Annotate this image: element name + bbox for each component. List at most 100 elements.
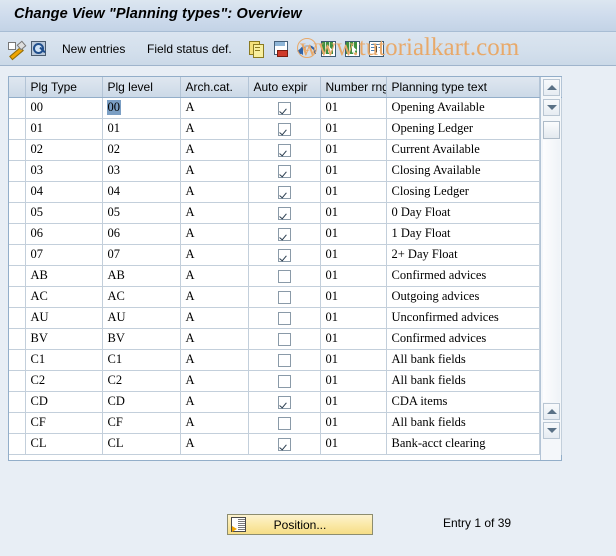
cell-number-rng[interactable]: 01 xyxy=(320,349,387,371)
cell-arch-cat[interactable]: A xyxy=(180,265,249,287)
cell-auto-expir[interactable] xyxy=(248,160,321,182)
cell-arch-cat[interactable]: A xyxy=(180,412,249,434)
cell-arch-cat[interactable]: A xyxy=(180,433,249,455)
cell-arch-cat[interactable]: A xyxy=(180,328,249,350)
cell-auto-expir[interactable] xyxy=(248,97,321,119)
cell-plg-type[interactable]: 00 xyxy=(25,97,103,119)
column-header-plg-level[interactable]: Plg level xyxy=(102,77,181,98)
cell-plg-level[interactable]: 04 xyxy=(102,181,181,203)
cell-plg-type[interactable]: 07 xyxy=(25,244,103,266)
select-block-button[interactable] xyxy=(369,32,386,66)
row-select-button[interactable] xyxy=(9,433,26,455)
cell-plg-level[interactable]: AU xyxy=(102,307,181,329)
cell-number-rng[interactable]: 01 xyxy=(320,118,387,140)
table-row[interactable]: CL CL A 01 Bank-acct clearing xyxy=(9,433,562,455)
row-select-button[interactable] xyxy=(9,139,26,161)
table-row[interactable]: CD CD A 01 CDA items xyxy=(9,391,562,413)
cell-number-rng[interactable]: 01 xyxy=(320,412,387,434)
table-row[interactable]: 02 02 A 01 Current Available xyxy=(9,139,562,161)
cell-type-text[interactable]: Confirmed advices xyxy=(386,328,540,350)
cell-plg-type[interactable]: 01 xyxy=(25,118,103,140)
cell-plg-type[interactable]: BV xyxy=(25,328,103,350)
cell-type-text[interactable]: Current Available xyxy=(386,139,540,161)
cell-plg-level[interactable]: CF xyxy=(102,412,181,434)
auto-expir-checkbox[interactable] xyxy=(277,353,291,367)
table-row[interactable]: AC AC A 01 Outgoing advices xyxy=(9,286,562,308)
cell-plg-type[interactable]: C2 xyxy=(25,370,103,392)
auto-expir-checkbox[interactable] xyxy=(277,227,291,241)
cell-arch-cat[interactable]: A xyxy=(180,139,249,161)
cell-number-rng[interactable]: 01 xyxy=(320,286,387,308)
table-row[interactable]: 06 06 A 01 1 Day Float xyxy=(9,223,562,245)
cell-plg-level[interactable]: BV xyxy=(102,328,181,350)
cell-auto-expir[interactable] xyxy=(248,328,321,350)
cell-type-text[interactable]: Bank-acct clearing xyxy=(386,433,540,455)
row-select-button[interactable] xyxy=(9,370,26,392)
cell-type-text[interactable]: 2+ Day Float xyxy=(386,244,540,266)
cell-plg-type[interactable]: CF xyxy=(25,412,103,434)
cell-plg-type[interactable]: 06 xyxy=(25,223,103,245)
cell-type-text[interactable]: Closing Available xyxy=(386,160,540,182)
cell-auto-expir[interactable] xyxy=(248,433,321,455)
column-header-plg-type[interactable]: Plg Type xyxy=(25,77,103,98)
auto-expir-checkbox[interactable] xyxy=(277,290,291,304)
table-row[interactable]: C2 C2 A 01 All bank fields xyxy=(9,370,562,392)
column-header-auto-expir[interactable]: Auto expir xyxy=(248,77,321,98)
table-row[interactable]: 04 04 A 01 Closing Ledger xyxy=(9,181,562,203)
table-row[interactable]: CF CF A 01 All bank fields xyxy=(9,412,562,434)
cell-plg-type[interactable]: C1 xyxy=(25,349,103,371)
row-select-button[interactable] xyxy=(9,286,26,308)
table-row[interactable]: 07 07 A 01 2+ Day Float xyxy=(9,244,562,266)
cell-arch-cat[interactable]: A xyxy=(180,97,249,119)
scroll-page-up-button[interactable] xyxy=(543,403,560,420)
cell-type-text[interactable]: Closing Ledger xyxy=(386,181,540,203)
cell-arch-cat[interactable]: A xyxy=(180,118,249,140)
row-select-button[interactable] xyxy=(9,391,26,413)
row-select-button[interactable] xyxy=(9,307,26,329)
cell-plg-level[interactable]: CL xyxy=(102,433,181,455)
new-entries-button[interactable]: New entries xyxy=(62,32,125,66)
row-select-button[interactable] xyxy=(9,412,26,434)
auto-expir-checkbox[interactable] xyxy=(277,122,291,136)
cell-type-text[interactable]: All bank fields xyxy=(386,412,540,434)
table-row[interactable]: BV BV A 01 Confirmed advices xyxy=(9,328,562,350)
copy-as-button[interactable] xyxy=(249,32,266,66)
cell-arch-cat[interactable]: A xyxy=(180,202,249,224)
auto-expir-checkbox[interactable] xyxy=(277,395,291,409)
cell-type-text[interactable]: All bank fields xyxy=(386,349,540,371)
cell-auto-expir[interactable] xyxy=(248,181,321,203)
cell-number-rng[interactable]: 01 xyxy=(320,160,387,182)
cell-plg-type[interactable]: AC xyxy=(25,286,103,308)
cell-number-rng[interactable]: 01 xyxy=(320,265,387,287)
change-display-button[interactable] xyxy=(8,32,27,66)
delete-button[interactable] xyxy=(273,32,290,66)
cell-auto-expir[interactable] xyxy=(248,307,321,329)
row-select-button[interactable] xyxy=(9,160,26,182)
cell-arch-cat[interactable]: A xyxy=(180,370,249,392)
cell-plg-level[interactable]: 05 xyxy=(102,202,181,224)
cell-auto-expir[interactable] xyxy=(248,202,321,224)
cell-number-rng[interactable]: 01 xyxy=(320,139,387,161)
row-select-button[interactable] xyxy=(9,202,26,224)
cell-plg-type[interactable]: AB xyxy=(25,265,103,287)
cell-number-rng[interactable]: 01 xyxy=(320,370,387,392)
scroll-down-button[interactable] xyxy=(543,99,560,116)
cell-plg-level[interactable]: 02 xyxy=(102,139,181,161)
column-header-planning-type-text[interactable]: Planning type text xyxy=(386,77,540,98)
auto-expir-checkbox[interactable] xyxy=(277,269,291,283)
cell-auto-expir[interactable] xyxy=(248,244,321,266)
cell-number-rng[interactable]: 01 xyxy=(320,223,387,245)
cell-type-text[interactable]: CDA items xyxy=(386,391,540,413)
cell-plg-type[interactable]: 04 xyxy=(25,181,103,203)
cell-arch-cat[interactable]: A xyxy=(180,286,249,308)
select-all-button[interactable] xyxy=(321,32,338,66)
table-row[interactable]: AU AU A 01 Unconfirmed advices xyxy=(9,307,562,329)
row-select-button[interactable] xyxy=(9,349,26,371)
cell-plg-level[interactable]: 06 xyxy=(102,223,181,245)
scroll-thumb[interactable] xyxy=(543,121,560,139)
cell-plg-type[interactable]: AU xyxy=(25,307,103,329)
cell-plg-type[interactable]: 03 xyxy=(25,160,103,182)
column-header-number-rng[interactable]: Number rng xyxy=(320,77,387,98)
auto-expir-checkbox[interactable] xyxy=(277,206,291,220)
row-select-button[interactable] xyxy=(9,223,26,245)
